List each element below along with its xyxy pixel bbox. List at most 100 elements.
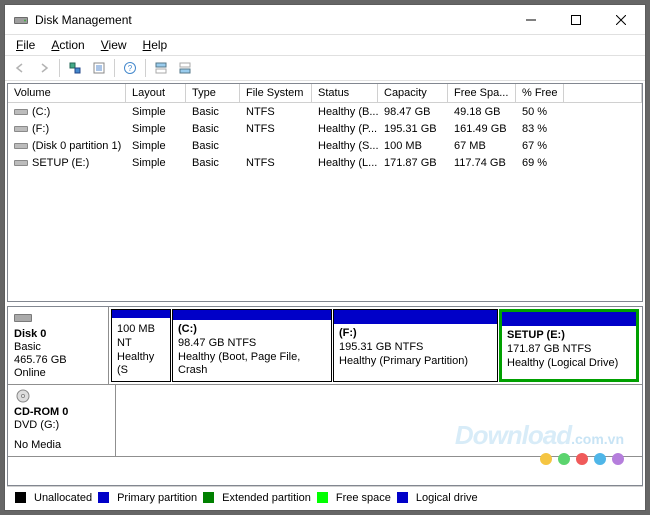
volume-name: (C:): [32, 106, 50, 118]
help-button[interactable]: ?: [119, 57, 141, 79]
partition-title: (F:): [339, 327, 492, 341]
disk0-label[interactable]: Disk 0 Basic 465.76 GB Online: [8, 307, 109, 384]
partition[interactable]: SETUP (E:)171.87 GB NTFSHealthy (Logical…: [499, 309, 639, 382]
volume-row[interactable]: (Disk 0 partition 1)SimpleBasicHealthy (…: [8, 137, 642, 154]
svg-text:?: ?: [128, 64, 133, 73]
maximize-button[interactable]: [553, 5, 598, 34]
partition-size: 171.87 GB NTFS: [507, 343, 631, 357]
volume-list[interactable]: Volume Layout Type File System Status Ca…: [7, 83, 643, 302]
properties-button[interactable]: [88, 57, 110, 79]
col-capacity[interactable]: Capacity: [378, 84, 448, 102]
disk-management-window: Disk Management File Action View Help ? …: [4, 4, 646, 511]
refresh-button[interactable]: [64, 57, 86, 79]
partition[interactable]: (C:)98.47 GB NTFSHealthy (Boot, Page Fil…: [172, 309, 332, 382]
forward-button: [33, 57, 55, 79]
legend-primary: Primary partition: [117, 492, 197, 504]
partition-size: 100 MB NT: [117, 323, 165, 351]
volume-row[interactable]: SETUP (E:)SimpleBasicNTFSHealthy (L...17…: [8, 154, 642, 171]
partition-color-bar: [112, 310, 170, 318]
toolbar-separator: [59, 59, 60, 77]
partition-color-bar: [173, 310, 331, 320]
column-headers: Volume Layout Type File System Status Ca…: [8, 84, 642, 103]
menu-help[interactable]: Help: [136, 36, 175, 54]
cdrom-type: DVD (G:): [14, 419, 109, 431]
volume-capacity: 195.31 GB: [378, 122, 448, 136]
partition[interactable]: (F:)195.31 GB NTFSHealthy (Primary Parti…: [333, 309, 498, 382]
disk0-size: 465.76 GB: [14, 354, 102, 366]
toolbar-separator: [114, 59, 115, 77]
volume-row[interactable]: (C:)SimpleBasicNTFSHealthy (B...98.47 GB…: [8, 103, 642, 120]
volume-status: Healthy (S...: [312, 139, 378, 153]
legend-free: Free space: [336, 492, 391, 504]
col-status[interactable]: Status: [312, 84, 378, 102]
partition-size: 195.31 GB NTFS: [339, 341, 492, 355]
volume-fs: NTFS: [240, 156, 312, 170]
partition[interactable]: 100 MB NTHealthy (S: [111, 309, 171, 382]
disk-row-cdrom[interactable]: CD-ROM 0 DVD (G:) No Media: [8, 385, 642, 457]
col-spacer: [564, 84, 642, 102]
volume-layout: Simple: [126, 139, 186, 153]
volume-name: SETUP (E:): [32, 157, 89, 169]
legend-logical: Logical drive: [416, 492, 478, 504]
col-free[interactable]: Free Spa...: [448, 84, 516, 102]
partition-color-bar: [334, 310, 497, 324]
drive-icon: [14, 123, 28, 134]
volume-fs: NTFS: [240, 105, 312, 119]
minimize-button[interactable]: [508, 5, 553, 34]
volume-type: Basic: [186, 139, 240, 153]
app-icon: [13, 12, 29, 28]
volume-layout: Simple: [126, 156, 186, 170]
legend-unallocated: Unallocated: [34, 492, 92, 504]
cdrom-label[interactable]: CD-ROM 0 DVD (G:) No Media: [8, 385, 116, 456]
cdrom-partitions: [116, 385, 642, 456]
drive-icon: [14, 106, 28, 117]
partition-status: Healthy (Boot, Page File, Crash: [178, 351, 326, 379]
legend-swatch-logical: [397, 492, 408, 503]
legend-swatch-primary: [98, 492, 109, 503]
drive-icon: [14, 140, 28, 151]
volume-capacity: 171.87 GB: [378, 156, 448, 170]
volume-pct: 69 %: [516, 156, 564, 170]
volume-free: 117.74 GB: [448, 156, 516, 170]
view-top-button[interactable]: [150, 57, 172, 79]
partition-status: Healthy (Primary Partition): [339, 355, 492, 369]
cdrom-name: CD-ROM 0: [14, 406, 109, 418]
col-volume[interactable]: Volume: [8, 84, 126, 102]
col-type[interactable]: Type: [186, 84, 240, 102]
legend: Unallocated Primary partition Extended p…: [7, 486, 643, 508]
volume-name: (F:): [32, 123, 49, 135]
toolbar-separator: [145, 59, 146, 77]
volume-status: Healthy (L...: [312, 156, 378, 170]
titlebar[interactable]: Disk Management: [5, 5, 645, 35]
col-layout[interactable]: Layout: [126, 84, 186, 102]
disk-row-disk0[interactable]: Disk 0 Basic 465.76 GB Online 100 MB NTH…: [8, 307, 642, 385]
toolbar: ?: [5, 55, 645, 81]
volume-layout: Simple: [126, 105, 186, 119]
content-area: Volume Layout Type File System Status Ca…: [5, 81, 645, 510]
menubar: File Action View Help: [5, 35, 645, 55]
legend-swatch-extended: [203, 492, 214, 503]
window-title: Disk Management: [35, 13, 508, 27]
volume-fs: NTFS: [240, 122, 312, 136]
partition-color-bar: [502, 312, 636, 326]
legend-swatch-free: [317, 492, 328, 503]
legend-swatch-unallocated: [15, 492, 26, 503]
legend-extended: Extended partition: [222, 492, 311, 504]
volume-row[interactable]: (F:)SimpleBasicNTFSHealthy (P...195.31 G…: [8, 120, 642, 137]
menu-action[interactable]: Action: [44, 36, 91, 54]
cdrom-icon: [14, 389, 32, 403]
disk-graphical-view[interactable]: Disk 0 Basic 465.76 GB Online 100 MB NTH…: [7, 306, 643, 486]
view-bottom-button[interactable]: [174, 57, 196, 79]
close-button[interactable]: [598, 5, 643, 34]
back-button: [9, 57, 31, 79]
menu-view[interactable]: View: [94, 36, 134, 54]
disk-icon: [14, 311, 32, 325]
partition-status: Healthy (Logical Drive): [507, 357, 631, 371]
menu-file[interactable]: File: [9, 36, 42, 54]
col-pctfree[interactable]: % Free: [516, 84, 564, 102]
disk0-status: Online: [14, 367, 102, 379]
col-filesystem[interactable]: File System: [240, 84, 312, 102]
partition-title: SETUP (E:): [507, 329, 631, 343]
volume-free: 67 MB: [448, 139, 516, 153]
volume-capacity: 98.47 GB: [378, 105, 448, 119]
